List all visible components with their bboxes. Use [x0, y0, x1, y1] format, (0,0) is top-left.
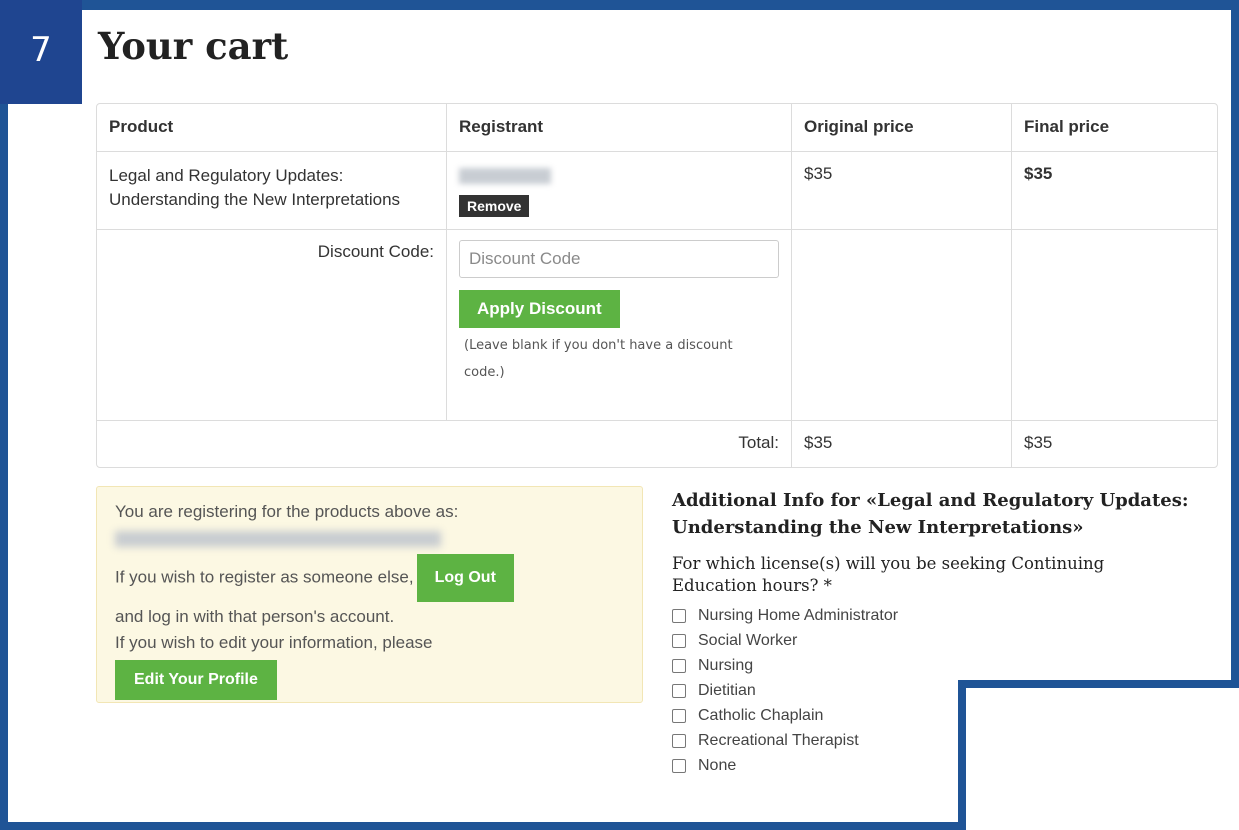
cart-header-row: Product Registrant Original price Final …	[97, 104, 1217, 152]
registrant-cell: Remove	[446, 151, 792, 230]
license-option[interactable]: Dietitian	[672, 678, 1192, 703]
license-checkbox[interactable]	[672, 733, 686, 748]
license-option[interactable]: Nursing Home Administrator	[672, 603, 1192, 628]
final-price-cell: $35	[1011, 151, 1217, 230]
license-option-label: Recreational Therapist	[698, 731, 859, 749]
license-checkbox[interactable]	[672, 683, 686, 698]
discount-code-input[interactable]	[459, 240, 779, 278]
frame-left-border	[0, 0, 8, 830]
frame-bottom-border	[0, 822, 966, 830]
license-option-label: None	[698, 756, 737, 774]
header-original-price: Original price	[791, 104, 1012, 152]
product-name: Legal and Regulatory Updates: Understand…	[109, 166, 401, 209]
account-email-redacted	[115, 531, 441, 547]
remove-button[interactable]: Remove	[459, 195, 530, 217]
license-option-label: Dietitian	[698, 681, 756, 699]
frame-top-border	[0, 0, 1239, 10]
discount-empty-cell-2	[1011, 229, 1217, 421]
license-option-label: Catholic Chaplain	[698, 706, 824, 724]
cart-item-row: Legal and Regulatory Updates: Understand…	[97, 151, 1217, 230]
apply-discount-button[interactable]: Apply Discount	[459, 290, 620, 328]
header-final-price: Final price	[1011, 104, 1217, 152]
total-final: $35	[1024, 433, 1053, 452]
page-title: Your cart	[98, 24, 289, 68]
license-option[interactable]: Catholic Chaplain	[672, 703, 1192, 728]
license-options: Nursing Home Administrator Social Worker N…	[672, 603, 1192, 778]
discount-row: Discount Code: Apply Discount (Leave bla…	[97, 229, 1217, 421]
total-label: Total:	[97, 420, 792, 467]
additional-info-title: Additional Info for «Legal and Regulator…	[672, 490, 1189, 538]
license-checkbox[interactable]	[672, 758, 686, 773]
license-option-label: Social Worker	[698, 631, 798, 649]
total-original: $35	[791, 420, 1012, 467]
license-option[interactable]: Nursing	[672, 653, 1192, 678]
registering-as-notice: You are registering for the products abo…	[96, 486, 643, 703]
register-someone-else-line: If you wish to register as someone else,…	[115, 554, 624, 602]
registering-text: You are registering for the products abo…	[115, 502, 459, 521]
step-number-badge: 7	[0, 0, 82, 104]
license-option[interactable]: None	[672, 753, 1192, 778]
license-checkbox[interactable]	[672, 608, 686, 623]
license-checkbox[interactable]	[672, 708, 686, 723]
log-out-button[interactable]: Log Out	[416, 554, 514, 602]
license-option[interactable]: Recreational Therapist	[672, 728, 1192, 753]
discount-code-label: Discount Code:	[97, 229, 447, 421]
product-cell: Legal and Regulatory Updates: Understand…	[97, 151, 447, 230]
cart-table: Product Registrant Original price Final …	[96, 103, 1218, 468]
license-checkbox[interactable]	[672, 658, 686, 673]
total-row: Total: $35 $35	[97, 420, 1217, 467]
registrant-name-redacted	[459, 168, 551, 184]
header-registrant: Registrant	[446, 104, 792, 152]
edit-info-text: If you wish to edit your information, pl…	[115, 633, 433, 652]
login-other-account-text: and log in with that person's account.	[115, 607, 395, 626]
discount-note: (Leave blank if you don't have a discoun…	[464, 338, 733, 380]
edit-profile-button[interactable]: Edit Your Profile	[115, 660, 277, 700]
header-product: Product	[97, 104, 447, 152]
discount-empty-cell-1	[791, 229, 1012, 421]
license-checkbox[interactable]	[672, 633, 686, 648]
discount-cell: Apply Discount (Leave blank if you don't…	[446, 229, 792, 421]
license-option-label: Nursing Home Administrator	[698, 606, 899, 624]
register-someone-else-text: If you wish to register as someone else,	[115, 567, 414, 587]
original-price-cell: $35	[791, 151, 1012, 230]
license-question: For which license(s) will you be seeking…	[672, 554, 1105, 595]
frame-right-border	[1231, 0, 1239, 688]
license-option-label: Nursing	[698, 656, 754, 674]
additional-info-section: Additional Info for «Legal and Regulator…	[672, 487, 1192, 778]
license-option[interactable]: Social Worker	[672, 628, 1192, 653]
